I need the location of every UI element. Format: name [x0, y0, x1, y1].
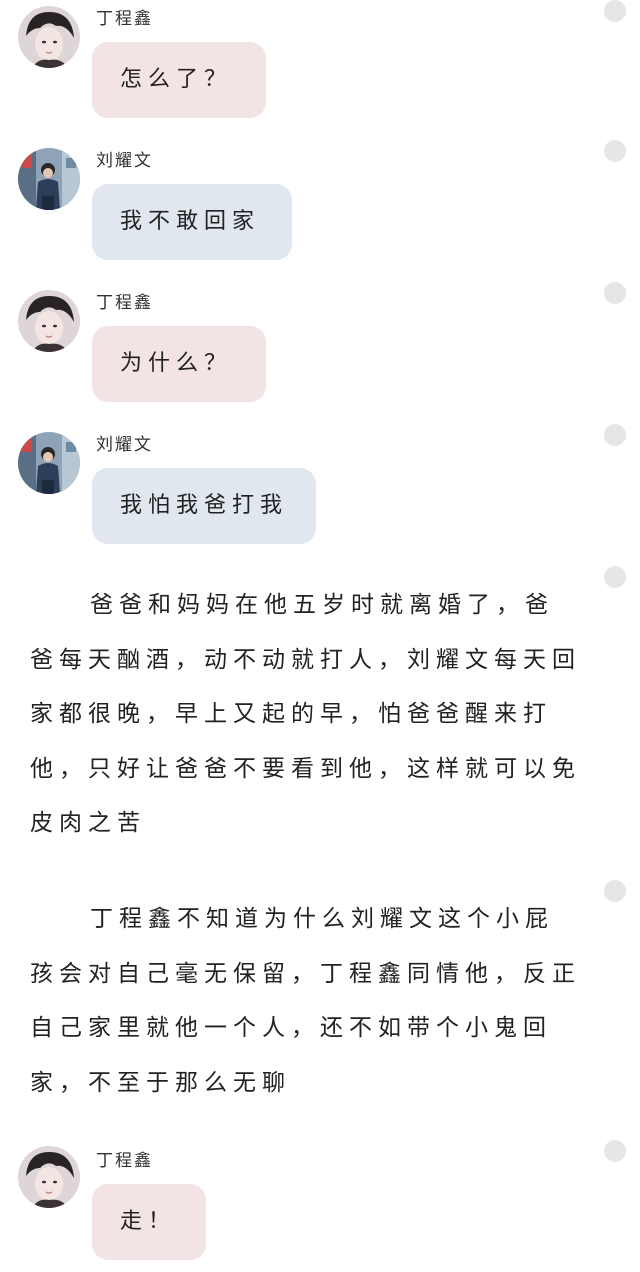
speaker-name: 丁程鑫	[96, 293, 153, 313]
side-dot-icon[interactable]	[604, 566, 626, 588]
speaker-name: 丁程鑫	[96, 9, 153, 29]
message-bubble[interactable]: 为什么？	[92, 326, 266, 402]
avatar-liu[interactable]	[18, 432, 80, 494]
message-bubble[interactable]: 我怕我爸打我	[92, 468, 316, 544]
avatar-ding[interactable]	[18, 6, 80, 68]
avatar-liu[interactable]	[18, 148, 80, 210]
side-dot-icon[interactable]	[604, 880, 626, 902]
message-bubble[interactable]: 走！	[92, 1184, 206, 1260]
speaker-name: 刘耀文	[96, 151, 153, 171]
avatar-ding[interactable]	[18, 290, 80, 352]
message-bubble[interactable]: 我不敢回家	[92, 184, 292, 260]
message-ding-1: 丁程鑫 怎么了？	[0, 0, 640, 130]
side-dot-icon[interactable]	[604, 140, 626, 162]
narration-paragraph: 爸爸和妈妈在他五岁时就离婚了，爸爸每天酗酒，动不动就打人，刘耀文每天回家都很晚，…	[30, 592, 581, 836]
narration-block-2: 丁程鑫不知道为什么刘耀文这个小屁孩会对自己毫无保留，丁程鑫同情他，反正自己家里就…	[0, 880, 640, 1130]
speaker-name: 丁程鑫	[96, 1151, 153, 1171]
narration-block-1: 爸爸和妈妈在他五岁时就离婚了，爸爸每天酗酒，动不动就打人，刘耀文每天回家都很晚，…	[0, 566, 640, 866]
portrait-photo-icon	[18, 1146, 80, 1208]
message-bubble[interactable]: 怎么了？	[92, 42, 266, 118]
message-liu-2: 刘耀文 我怕我爸打我	[0, 424, 640, 554]
avatar-ding[interactable]	[18, 1146, 80, 1208]
street-photo-icon	[18, 148, 80, 210]
narration-paragraph: 丁程鑫不知道为什么刘耀文这个小屁孩会对自己毫无保留，丁程鑫同情他，反正自己家里就…	[30, 906, 581, 1096]
side-dot-icon[interactable]	[604, 1140, 626, 1162]
message-ding-2: 丁程鑫 为什么？	[0, 282, 640, 412]
speaker-name: 刘耀文	[96, 435, 153, 455]
portrait-photo-icon	[18, 6, 80, 68]
portrait-photo-icon	[18, 290, 80, 352]
side-dot-icon[interactable]	[604, 424, 626, 446]
street-photo-icon	[18, 432, 80, 494]
message-liu-1: 刘耀文 我不敢回家	[0, 140, 640, 270]
side-dot-icon[interactable]	[604, 282, 626, 304]
message-ding-3: 丁程鑫 走！	[0, 1138, 640, 1268]
side-dot-icon[interactable]	[604, 0, 626, 22]
